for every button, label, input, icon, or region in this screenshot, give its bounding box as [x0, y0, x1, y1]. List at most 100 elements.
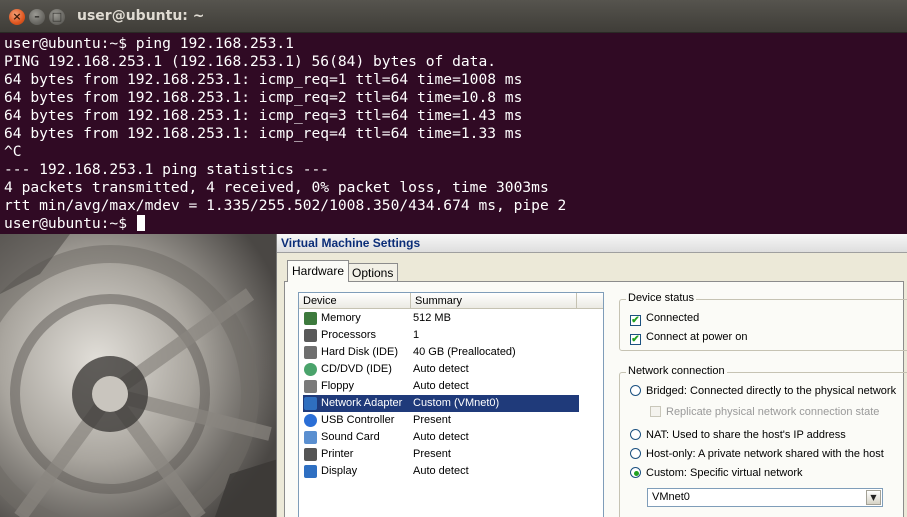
custom-network-value: VMnet0 [652, 491, 690, 503]
terminal-line: 64 bytes from 192.168.253.1: icmp_req=3 … [4, 107, 523, 124]
device-row-display[interactable]: Display Auto detect [303, 463, 579, 480]
cd-dvd-icon [304, 363, 317, 376]
sound-card-icon [304, 431, 317, 444]
tab-options[interactable]: Options [347, 263, 399, 281]
device-row-sound-card[interactable]: Sound Card Auto detect [303, 429, 579, 446]
device-row-network-adapter[interactable]: Network Adapter Custom (VMnet0) [303, 395, 579, 412]
replicate-state-label: Replicate physical network connection st… [666, 406, 880, 418]
radio-off-icon [630, 448, 641, 459]
terminal-line: 64 bytes from 192.168.253.1: icmp_req=1 … [4, 71, 523, 88]
bridged-label: Bridged: Connected directly to the physi… [646, 385, 897, 397]
maximize-icon: □ [51, 10, 63, 23]
close-icon: × [12, 10, 22, 23]
terminal-line: rtt min/avg/max/mdev = 1.335/255.502/100… [4, 197, 567, 214]
custom-radio[interactable]: Custom: Specific virtual network [630, 467, 803, 479]
terminal-title: user@ubuntu: ~ [77, 8, 205, 24]
device-name: Hard Disk (IDE) [321, 346, 399, 358]
terminal-line: 64 bytes from 192.168.253.1: icmp_req=4 … [4, 125, 523, 142]
connected-checkbox[interactable]: ✔ Connected [630, 312, 699, 326]
device-summary: Auto detect [413, 431, 469, 443]
device-summary: 512 MB [413, 312, 451, 324]
hard-disk-icon [304, 346, 317, 359]
custom-label: Custom: Specific virtual network [646, 467, 803, 479]
terminal-titlebar[interactable]: × – □ user@ubuntu: ~ [0, 0, 907, 33]
device-row-printer[interactable]: Printer Present [303, 446, 579, 463]
device-row-floppy[interactable]: Floppy Auto detect [303, 378, 579, 395]
terminal-line: ^C [4, 143, 22, 160]
terminal-output[interactable]: user@ubuntu:~$ ping 192.168.253.1 PING 1… [4, 35, 904, 233]
radio-off-icon [630, 385, 641, 396]
device-list[interactable]: Device Summary Memory 512 MB Processors … [298, 292, 604, 517]
terminal-line: user@ubuntu:~$ ping 192.168.253.1 [4, 35, 294, 52]
floppy-icon [304, 380, 317, 393]
device-name: Processors [321, 329, 377, 341]
desktop-wallpaper [0, 234, 278, 517]
connect-at-power-on-checkbox[interactable]: ✔ Connect at power on [630, 331, 748, 345]
host-only-radio[interactable]: Host-only: A private network shared with… [630, 448, 884, 460]
column-header-device[interactable]: Device [299, 293, 411, 309]
device-summary: Present [413, 414, 451, 426]
radio-off-icon [630, 429, 641, 440]
device-summary: 1 [413, 329, 420, 341]
close-window-button[interactable]: × [9, 9, 25, 25]
device-row-hard-disk[interactable]: Hard Disk (IDE) 40 GB (Preallocated) [303, 344, 579, 361]
tab-hardware[interactable]: Hardware [287, 260, 350, 282]
device-summary: 40 GB (Preallocated) [413, 346, 516, 358]
terminal-prompt-line[interactable]: user@ubuntu:~$ [4, 215, 904, 233]
minimize-icon: – [34, 10, 40, 23]
terminal-line: PING 192.168.253.1 (192.168.253.1) 56(84… [4, 53, 497, 70]
device-name: Memory [321, 312, 361, 324]
device-status-group: Device status ✔ Connected ✔ Connect at pow… [619, 292, 907, 351]
chevron-down-icon[interactable]: ▼ [866, 490, 881, 505]
display-icon [304, 465, 317, 478]
terminal-line: --- 192.168.253.1 ping statistics --- [4, 161, 330, 178]
dialog-title: Virtual Machine Settings [281, 236, 421, 250]
checkbox-unchecked-icon [650, 406, 661, 417]
vm-settings-dialog[interactable]: Virtual Machine Settings Hardware Option… [276, 234, 907, 517]
device-summary: Auto detect [413, 380, 469, 392]
device-summary: Custom (VMnet0) [413, 397, 500, 409]
maximize-window-button[interactable]: □ [49, 9, 65, 25]
device-summary: Auto detect [413, 363, 469, 375]
network-connection-title: Network connection [626, 365, 727, 377]
dialog-titlebar[interactable]: Virtual Machine Settings [277, 234, 907, 253]
device-name: Display [321, 465, 358, 477]
connected-label: Connected [646, 312, 700, 324]
minimize-window-button[interactable]: – [29, 9, 45, 25]
terminal-line: 64 bytes from 192.168.253.1: icmp_req=2 … [4, 89, 523, 106]
device-row-memory[interactable]: Memory 512 MB [303, 310, 579, 327]
device-row-cd-dvd[interactable]: CD/DVD (IDE) Auto detect [303, 361, 579, 378]
radio-on-icon [630, 467, 641, 478]
device-name: Sound Card [321, 431, 380, 443]
bridged-radio[interactable]: Bridged: Connected directly to the physi… [630, 385, 896, 397]
device-name: Network Adapter [321, 397, 403, 409]
device-name: Printer [321, 448, 354, 460]
connect-at-power-on-label: Connect at power on [646, 331, 748, 343]
device-row-processors[interactable]: Processors 1 [303, 327, 579, 344]
network-adapter-icon [304, 397, 317, 410]
wallpaper-gear-image [0, 234, 278, 517]
usb-icon [304, 414, 317, 427]
column-header-summary[interactable]: Summary [411, 293, 577, 309]
nat-radio[interactable]: NAT: Used to share the host's IP address [630, 429, 846, 441]
device-summary: Auto detect [413, 465, 469, 477]
memory-icon [304, 312, 317, 325]
terminal-window[interactable]: × – □ user@ubuntu: ~ user@ubuntu:~$ ping… [0, 0, 907, 234]
terminal-line: 4 packets transmitted, 4 received, 0% pa… [4, 179, 549, 196]
device-name: Floppy [321, 380, 355, 392]
checkbox-checked-icon: ✔ [630, 334, 641, 345]
terminal-prompt: user@ubuntu:~$ [4, 215, 136, 232]
device-status-title: Device status [626, 292, 697, 304]
custom-network-select[interactable]: VMnet0 ▼ [647, 488, 883, 507]
replicate-state-checkbox[interactable]: Replicate physical network connection st… [650, 406, 879, 418]
device-summary: Present [413, 448, 451, 460]
printer-icon [304, 448, 317, 461]
device-list-header: Device Summary [299, 293, 603, 309]
checkbox-checked-icon: ✔ [630, 315, 641, 326]
device-row-usb-controller[interactable]: USB Controller Present [303, 412, 579, 429]
nat-label: NAT: Used to share the host's IP address [646, 429, 846, 441]
processor-icon [304, 329, 317, 342]
terminal-cursor [136, 215, 145, 231]
host-only-label: Host-only: A private network shared with… [646, 448, 884, 460]
device-name: USB Controller [321, 414, 395, 426]
